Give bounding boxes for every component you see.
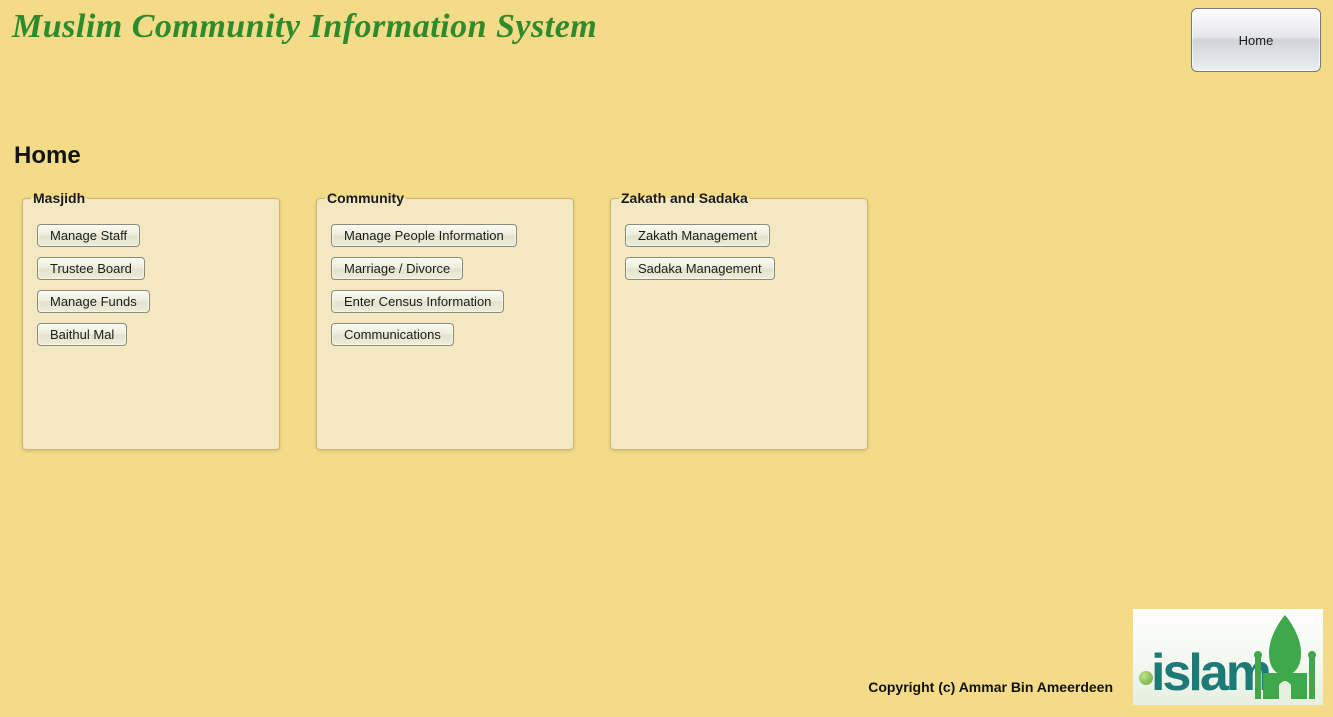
manage-people-information-button[interactable]: Manage People Information [331, 224, 517, 247]
home-nav-button[interactable]: Home [1191, 8, 1321, 72]
enter-census-information-button[interactable]: Enter Census Information [331, 290, 504, 313]
zakath-management-button[interactable]: Zakath Management [625, 224, 770, 247]
panels-container: Masjidh Manage Staff Trustee Board Manag… [0, 170, 1333, 450]
sadaka-management-button[interactable]: Sadaka Management [625, 257, 775, 280]
marriage-divorce-button[interactable]: Marriage / Divorce [331, 257, 463, 280]
panel-legend: Zakath and Sadaka [619, 190, 750, 206]
panel-community: Community Manage People Information Marr… [316, 190, 574, 450]
header: Muslim Community Information System Home [0, 0, 1333, 72]
baithul-mal-button[interactable]: Baithul Mal [37, 323, 127, 346]
manage-funds-button[interactable]: Manage Funds [37, 290, 150, 313]
footer: Copyright (c) Ammar Bin Ameerdeen islam [868, 609, 1323, 705]
panel-legend: Community [325, 190, 406, 206]
copyright-text: Copyright (c) Ammar Bin Ameerdeen [868, 679, 1113, 695]
trustee-board-button[interactable]: Trustee Board [37, 257, 145, 280]
panel-zakath-sadaka: Zakath and Sadaka Zakath Management Sada… [610, 190, 868, 450]
manage-staff-button[interactable]: Manage Staff [37, 224, 140, 247]
app-title: Muslim Community Information System [12, 8, 597, 46]
islam-logo: islam [1133, 609, 1323, 705]
communications-button[interactable]: Communications [331, 323, 454, 346]
mosque-icon [1249, 613, 1321, 701]
panel-legend: Masjidh [31, 190, 87, 206]
panel-masjidh: Masjidh Manage Staff Trustee Board Manag… [22, 190, 280, 450]
page-heading: Home [14, 142, 1333, 170]
